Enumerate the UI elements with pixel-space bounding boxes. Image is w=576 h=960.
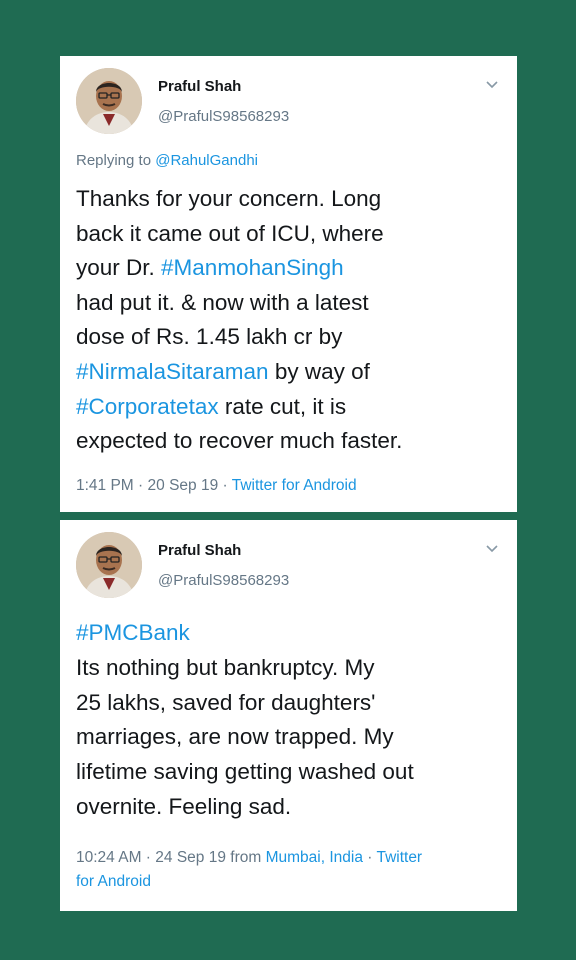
tweet-line: Its nothing but bankruptcy. My [76, 651, 503, 686]
tweet-line: 25 lakhs, saved for daughters' [76, 686, 503, 721]
text-segment: expected to recover much faster. [76, 428, 403, 454]
text-segment: had put it. & now with a latest [76, 289, 369, 315]
avatar[interactable] [76, 532, 142, 598]
hashtag-link[interactable]: #PMCBank [76, 620, 190, 645]
tweet-location[interactable]: Mumbai, India [266, 849, 363, 866]
tweet-line: #PMCBank [76, 616, 503, 651]
replying-to: Replying to @RahulGandhi [76, 152, 258, 169]
text-segment: overnite. Feeling sad. [76, 793, 292, 819]
text-segment: back it came out of ICU, where [76, 220, 384, 246]
avatar-photo [76, 68, 142, 134]
text-segment: your Dr. [76, 255, 162, 281]
avatar[interactable] [76, 68, 142, 134]
replying-to-label: Replying to [76, 152, 152, 169]
hashtag-link[interactable]: #Corporatetax [76, 394, 219, 419]
author-name[interactable]: Praful Shah [158, 78, 241, 95]
hashtag-link[interactable]: #NirmalaSitaraman [76, 359, 269, 384]
tweet-line: #Corporatetax rate cut, it is [76, 390, 503, 425]
text-segment: by way of [268, 358, 370, 384]
text-segment: dose of Rs. 1.45 lakh cr by [76, 324, 343, 350]
tweet-time[interactable]: 1:41 PM [76, 477, 134, 494]
tweet-line: #NirmalaSitaraman by way of [76, 355, 503, 390]
avatar-photo [76, 532, 142, 598]
tweet-line: lifetime saving getting washed out [76, 755, 503, 790]
tweet-line: marriages, are now trapped. My [76, 720, 503, 755]
text-segment: rate cut, it is [218, 393, 347, 419]
from-label: from [230, 849, 262, 866]
text-segment: Its nothing but bankruptcy. My [76, 654, 375, 680]
tweet-line: had put it. & now with a latest [76, 286, 503, 321]
author-handle[interactable]: @PrafulS98568293 [158, 108, 289, 125]
author-name[interactable]: Praful Shah [158, 542, 241, 559]
replying-to-mention[interactable]: @RahulGandhi [155, 152, 258, 169]
hashtag-link[interactable]: #ManmohanSingh [161, 255, 344, 280]
chevron-down-icon[interactable] [485, 80, 499, 90]
meta-line: for Android [76, 870, 503, 894]
tweet-source-continued[interactable]: for Android [76, 873, 151, 890]
tweet-source[interactable]: Twitter [376, 849, 422, 866]
tweet-meta: 10:24 AM · 24 Sep 19 from Mumbai, India … [76, 846, 503, 894]
tweet-line: your Dr. #ManmohanSingh [76, 251, 503, 286]
tweet-line: back it came out of ICU, where [76, 217, 503, 252]
tweet-date[interactable]: 20 Sep 19 [148, 477, 219, 494]
tweet-time[interactable]: 10:24 AM [76, 849, 142, 866]
text-segment: lifetime saving getting washed out [76, 759, 414, 785]
tweet-meta: 1:41 PM · 20 Sep 19 · Twitter for Androi… [76, 477, 357, 494]
tweet-line: expected to recover much faster. [76, 424, 503, 459]
text-segment: Thanks for your concern. Long [76, 186, 382, 211]
tweet-source[interactable]: Twitter for Android [232, 477, 357, 494]
text-segment: 25 lakhs, saved for daughters' [76, 689, 376, 715]
meta-line: 10:24 AM · 24 Sep 19 from Mumbai, India … [76, 849, 423, 866]
tweet-date[interactable]: 24 Sep 19 [155, 849, 226, 866]
chevron-down-icon[interactable] [485, 544, 499, 554]
tweet-line: overnite. Feeling sad. [76, 790, 503, 825]
tweet-text: Thanks for your concern. Long back it ca… [76, 182, 503, 459]
author-handle[interactable]: @PrafulS98568293 [158, 572, 289, 589]
tweet-text: #PMCBank Its nothing but bankruptcy. My … [76, 616, 503, 825]
tweet-line: Thanks for your concern. Long [76, 182, 503, 217]
tweet-card-1: Praful Shah @PrafulS98568293 Replying to… [60, 56, 517, 512]
tweet-line: dose of Rs. 1.45 lakh cr by [76, 320, 503, 355]
tweet-card-2: Praful Shah @PrafulS98568293 #PMCBank It… [60, 520, 517, 911]
text-segment: marriages, are now trapped. My [76, 724, 394, 750]
